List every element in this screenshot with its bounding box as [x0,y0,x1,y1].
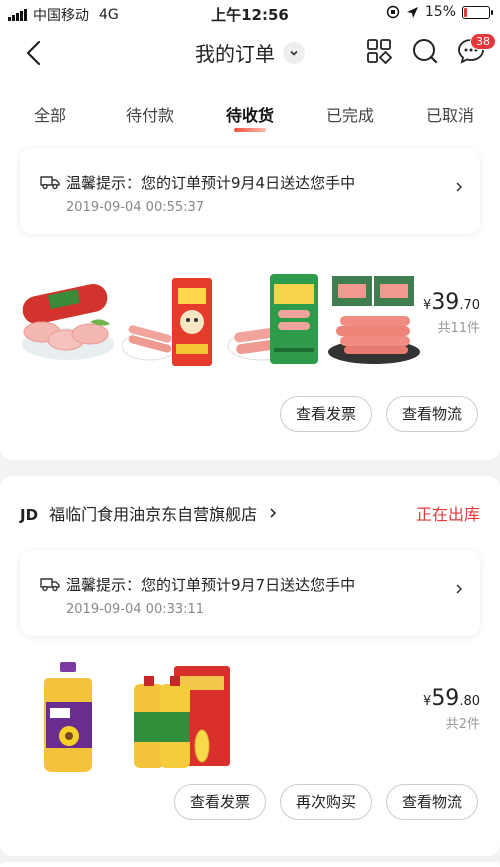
order-tabs: 全部 待付款 待收货 已完成 已取消 [0,78,500,142]
navigation-bar: 我的订单 38 [0,28,500,78]
chevron-right-icon [456,584,463,594]
view-logistics-button[interactable]: 查看物流 [386,784,478,820]
tab-pending-payment[interactable]: 待付款 [100,78,200,142]
delivery-truck-icon [40,578,60,592]
chevron-right-icon [270,508,277,518]
price-decimal: .80 [459,694,480,709]
view-invoice-button[interactable]: 查看发票 [280,396,372,432]
location-icon [406,6,418,18]
delivery-truck-icon [40,176,60,190]
battery-icon [462,5,493,19]
status-bar: 中国移动 4G 上午12:56 15% [0,0,500,28]
chevron-right-icon [456,182,463,192]
delivery-tip[interactable]: 温馨提示：您的订单预计9月7日送达您手中 2019-09-04 00:33:11 [20,550,480,636]
search-icon[interactable] [410,36,440,66]
battery-percent: 15% [424,4,456,20]
price-decimal: .70 [459,298,480,313]
product-image-hot-dog-sausages [328,276,420,364]
price-integer: 59 [431,686,460,711]
tab-cancelled[interactable]: 已取消 [400,78,500,142]
orientation-lock-icon [386,5,400,19]
chevron-down-icon [283,41,305,64]
delivery-tip-time: 2019-09-04 00:55:37 [66,200,205,215]
jd-logo: JD [20,506,39,524]
category-grid-icon[interactable] [364,36,394,66]
buy-again-button[interactable]: 再次购买 [280,784,372,820]
order-card-next [0,862,500,867]
delivery-tip[interactable]: 温馨提示：您的订单预计9月4日送达您手中 2019-09-04 00:55:37 [20,148,480,234]
product-images[interactable] [20,658,480,778]
active-tab-indicator [234,128,266,132]
order-price: ¥39.70 共11件 [423,290,480,336]
price-integer: 39 [431,290,460,315]
order-card[interactable]: 温馨提示：您的订单预计9月4日送达您手中 2019-09-04 00:55:37 [0,142,500,460]
tab-completed[interactable]: 已完成 [300,78,400,142]
view-logistics-button[interactable]: 查看物流 [386,396,478,432]
message-badge: 38 [470,33,496,50]
order-price: ¥59.80 共2件 [423,686,480,732]
order-status: 正在出库 [415,505,480,524]
product-image-sunflower-oil-bottle [44,662,92,772]
order-type-selector[interactable]: 我的订单 [195,38,305,67]
product-image-sausage-roll [22,283,114,360]
product-image-ham-sausage-box [122,278,212,366]
order-card[interactable]: JD 福临门食用油京东自营旗舰店 正在出库 温馨提示：您的订单预计9月7日送达您… [0,476,500,856]
shop-name: 福临门食用油京东自营旗舰店 [49,505,258,524]
delivery-tip-text: 温馨提示：您的订单预计9月4日送达您手中 [66,174,356,192]
product-images[interactable] [20,260,480,380]
view-invoice-button[interactable]: 查看发票 [174,784,266,820]
tab-all[interactable]: 全部 [0,78,100,142]
page-title: 我的订单 [195,42,275,66]
delivery-tip-text: 温馨提示：您的订单预计9月7日送达您手中 [66,576,356,594]
product-image-ham-sausage-pack [227,274,318,364]
delivery-tip-time: 2019-09-04 00:33:11 [66,602,205,617]
messages-button[interactable]: 38 [456,33,496,66]
shop-header[interactable]: JD 福临门食用油京东自营旗舰店 正在出库 [20,501,480,524]
item-count: 共2件 [445,717,480,732]
tab-pending-receipt[interactable]: 待收货 [200,78,300,142]
product-image-corn-oil-gift-box [134,666,230,768]
item-count: 共11件 [437,321,480,336]
